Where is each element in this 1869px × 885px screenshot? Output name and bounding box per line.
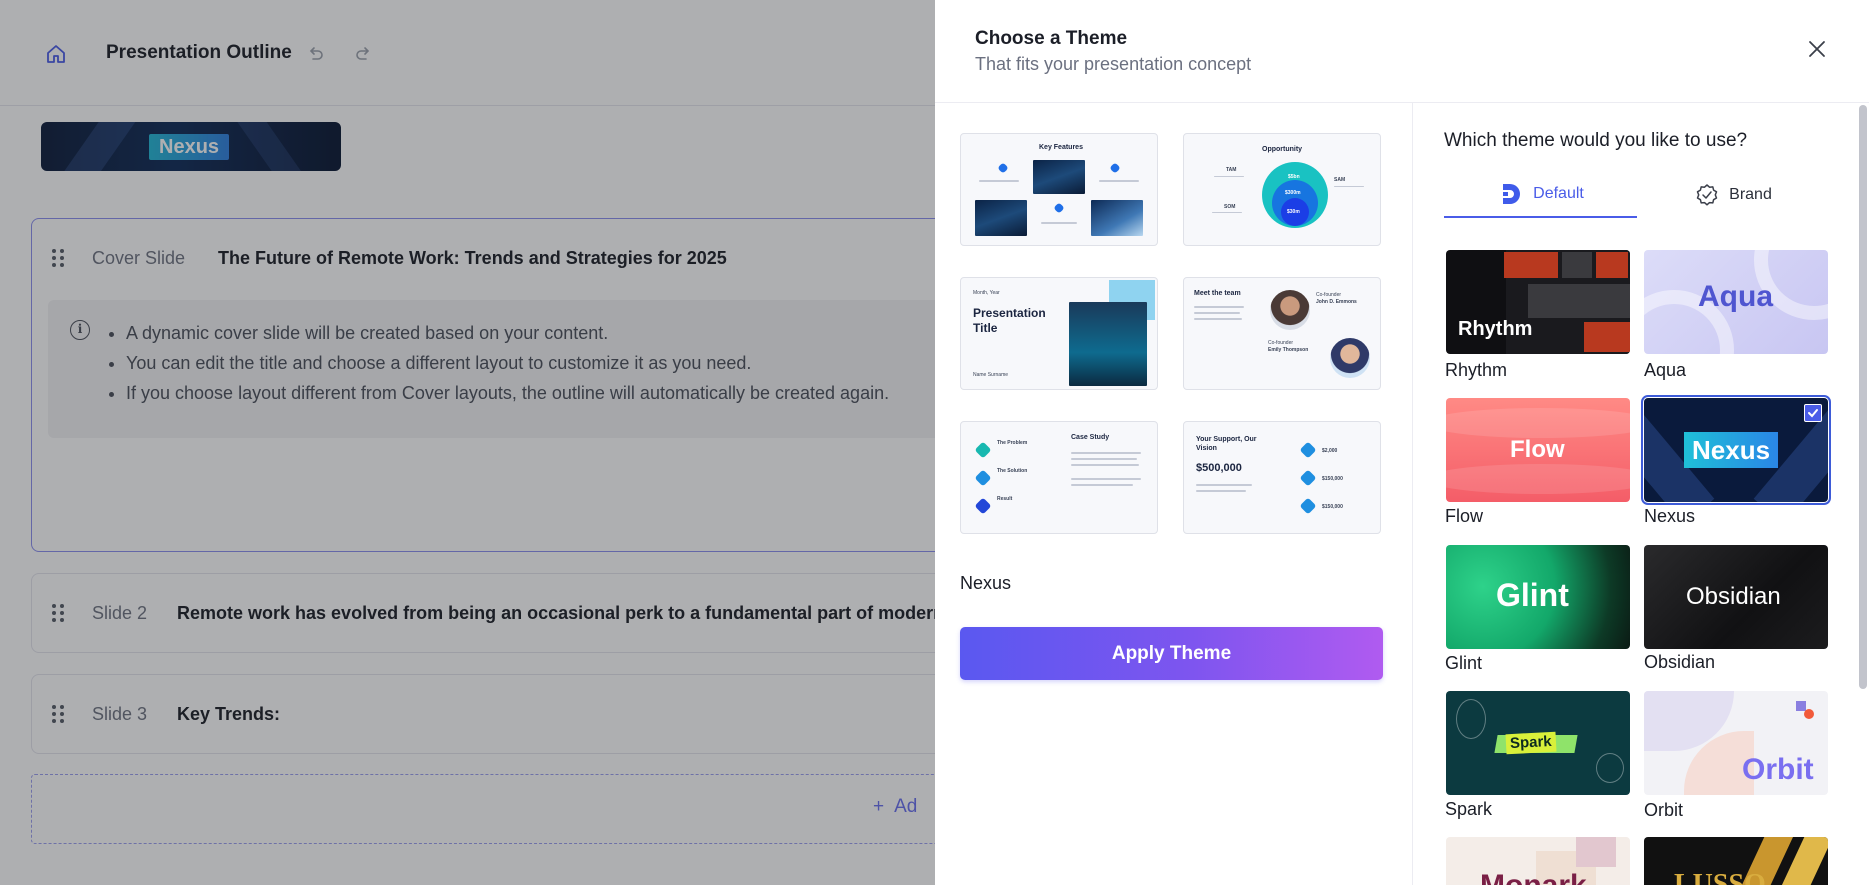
tile-text: Orbit [1742, 753, 1814, 786]
theme-tile-rhythm[interactable]: Rhythm [1446, 250, 1630, 354]
tile-text: Nexus [1684, 432, 1779, 468]
tile-text: Rhythm [1458, 318, 1533, 340]
tile-text: Aqua [1698, 280, 1773, 313]
selected-check-icon [1804, 404, 1822, 422]
badge-check-icon [1696, 184, 1718, 206]
scrollbar-thumb[interactable] [1859, 105, 1867, 689]
theme-question: Which theme would you like to use? [1444, 130, 1748, 151]
theme-name: Rhythm [1445, 360, 1508, 380]
tile-text: LUSSO [1674, 869, 1766, 885]
theme-name: Flow [1445, 506, 1484, 526]
theme-name: Orbit [1644, 800, 1684, 820]
theme-tile-monark[interactable]: Monark [1446, 837, 1630, 885]
theme-tile-aqua[interactable]: Aqua [1644, 250, 1828, 354]
tile-text: Monark [1480, 869, 1587, 885]
tab-default-label: Default [1533, 185, 1584, 202]
theme-name: Obsidian [1644, 652, 1716, 672]
theme-tile-nexus[interactable]: Nexus [1641, 395, 1831, 505]
theme-name: Aqua [1644, 360, 1687, 380]
preview-key-features: Key Features [960, 133, 1158, 246]
scrollbar[interactable] [1857, 103, 1869, 885]
close-icon [1809, 41, 1825, 57]
default-theme-icon [1503, 184, 1521, 204]
tile-text: Obsidian [1686, 583, 1781, 610]
tile-text: Flow [1510, 436, 1565, 463]
tab-brand[interactable]: Brand [1637, 172, 1830, 218]
preview-support: Your Support, Our Vision $500,000 $2,000… [1183, 421, 1381, 534]
tile-text: Spark [1505, 731, 1557, 755]
theme-tile-glint[interactable]: Glint [1446, 545, 1630, 649]
tab-brand-label: Brand [1729, 186, 1772, 203]
apply-theme-button[interactable]: Apply Theme [960, 627, 1383, 680]
theme-name: Spark [1445, 799, 1493, 819]
theme-tile-orbit[interactable]: Orbit [1644, 691, 1828, 795]
theme-tile-lusso[interactable]: LUSSO [1644, 837, 1828, 885]
preview-team: Meet the team Co-founder John D. Emmons … [1183, 277, 1381, 390]
close-button[interactable] [1806, 38, 1828, 60]
theme-tile-obsidian[interactable]: Obsidian [1644, 545, 1828, 649]
theme-panel: Choose a Theme That fits your presentati… [935, 0, 1869, 885]
theme-tile-flow[interactable]: Flow [1446, 398, 1630, 502]
theme-tile-spark[interactable]: Spark [1446, 691, 1630, 795]
panel-divider [935, 102, 1869, 103]
tab-default[interactable]: Default [1444, 172, 1637, 218]
tile-text: Glint [1496, 577, 1569, 613]
theme-name: Nexus [1644, 506, 1696, 526]
modal-backdrop[interactable] [0, 0, 935, 885]
panel-subtitle: That fits your presentation concept [975, 54, 1252, 74]
selected-theme-name: Nexus [960, 573, 1012, 593]
preview-case-study: Case Study The Problem The Solution Resu… [960, 421, 1158, 534]
preview-opportunity: Opportunity $5bn $300m $30m TAM SAM SOM [1183, 133, 1381, 246]
column-divider [1412, 103, 1413, 885]
preview-title-slide: Month, Year Presentation Title Name Surn… [960, 277, 1158, 390]
theme-name: Glint [1445, 653, 1483, 673]
panel-title: Choose a Theme [975, 28, 1128, 49]
